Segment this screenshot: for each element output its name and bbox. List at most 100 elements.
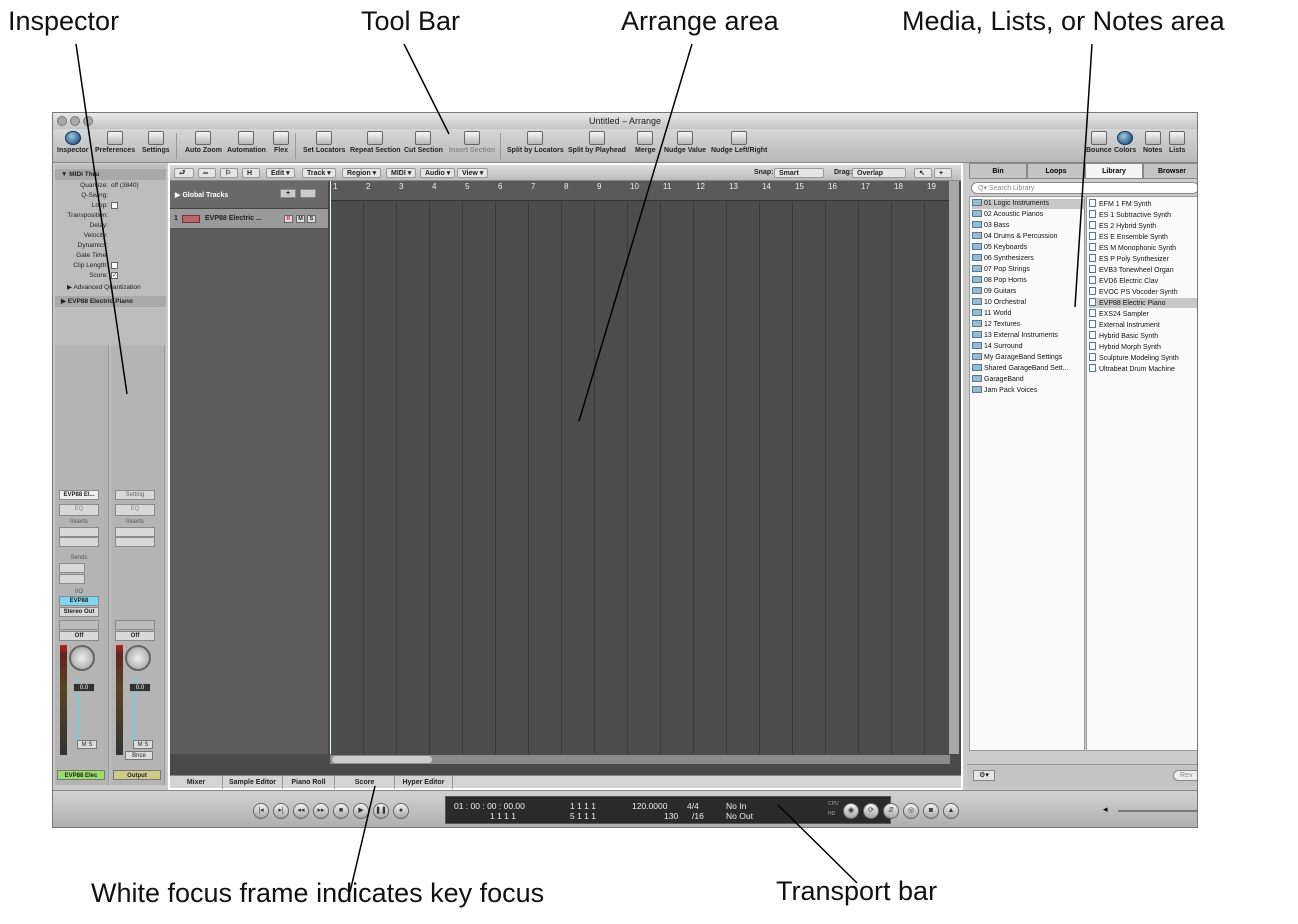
play-icon[interactable]: ▶ xyxy=(353,803,369,819)
list-item[interactable]: EVOC PS Vocoder Synth xyxy=(1089,287,1178,297)
param-q-swing[interactable]: Q-Swing: xyxy=(55,191,166,201)
close-window-button[interactable] xyxy=(57,116,67,126)
settings-toolbar-button[interactable]: Settings xyxy=(142,131,170,154)
replace-icon[interactable]: ◎ xyxy=(903,803,919,819)
tab-bin[interactable]: Bin xyxy=(969,163,1027,179)
list-item[interactable]: 01 Logic Instruments xyxy=(972,199,1084,209)
score-checkbox[interactable]: ✓ xyxy=(111,272,118,279)
eq-button[interactable]: EQ xyxy=(59,504,99,516)
menu-edit[interactable]: Edit ▾ xyxy=(266,168,295,178)
low-latency-icon[interactable]: ◉ xyxy=(843,803,859,819)
add-track-button[interactable]: + xyxy=(280,189,296,198)
go-to-start-icon[interactable]: |◂ xyxy=(253,803,269,819)
param-clip-length[interactable]: Clip Length: xyxy=(55,261,166,271)
menu-track[interactable]: Track ▾ xyxy=(302,168,336,178)
param-delay[interactable]: Delay: xyxy=(55,221,166,231)
list-item[interactable]: 06 Synthesizers xyxy=(972,254,1034,264)
mute-button[interactable]: M xyxy=(296,215,305,223)
list-item[interactable]: 03 Bass xyxy=(972,221,1009,231)
record-icon[interactable]: ● xyxy=(393,803,409,819)
list-item[interactable]: 04 Drums & Percussion xyxy=(972,232,1058,242)
go-to-position-icon[interactable]: ▸| xyxy=(273,803,289,819)
list-item[interactable]: External Instrument xyxy=(1089,320,1160,330)
loop-checkbox[interactable] xyxy=(111,202,118,209)
colors-button[interactable]: Colors xyxy=(1114,131,1136,154)
zoom-window-button[interactable] xyxy=(83,116,93,126)
group-slot[interactable] xyxy=(115,620,155,630)
automation-mode[interactable]: Off xyxy=(59,631,99,641)
bounce-button[interactable]: Bounce xyxy=(1086,131,1112,154)
snap-select[interactable]: Smart xyxy=(774,168,824,178)
nudge-left-right-button[interactable]: Nudge Left/Right xyxy=(711,131,767,154)
notes-button[interactable]: Notes xyxy=(1143,131,1162,154)
autopunch-icon[interactable]: ⇵ xyxy=(883,803,899,819)
list-item[interactable]: EFM 1 FM Synth xyxy=(1089,199,1152,209)
global-tracks[interactable]: ▶ Global Tracks + xyxy=(170,181,328,209)
tab-loops[interactable]: Loops xyxy=(1027,163,1085,179)
tab-browser[interactable]: Browser xyxy=(1143,163,1197,179)
nudge-value-button[interactable]: Nudge Value xyxy=(664,131,706,154)
automation-mode[interactable]: Off xyxy=(115,631,155,641)
list-item[interactable]: 02 Acoustic Pianos xyxy=(972,210,1043,220)
pan-knob[interactable] xyxy=(69,645,95,671)
list-item[interactable]: Hybrid Basic Synth xyxy=(1089,331,1158,341)
pointer-tool[interactable]: ↖ xyxy=(914,168,932,178)
list-item[interactable]: 07 Pop Strings xyxy=(972,265,1030,275)
param-gate-time[interactable]: Gate Time: xyxy=(55,251,166,261)
transport-display[interactable]: 01 : 00 : 00 : 00.00 1 1 1 1 1 1 1 1 5 1… xyxy=(445,796,891,824)
pencil-tool[interactable]: + xyxy=(934,168,952,178)
tab-mixer[interactable]: Mixer xyxy=(170,776,223,789)
link-button[interactable]: ∞ xyxy=(198,168,216,178)
list-item[interactable]: 05 Keyboards xyxy=(972,243,1027,253)
send-slot[interactable] xyxy=(59,563,85,573)
list-item[interactable]: 09 Guitars xyxy=(972,287,1016,297)
record-enable-button[interactable]: R xyxy=(284,215,293,223)
repeat-section-button[interactable]: Repeat Section xyxy=(350,131,401,154)
search-library-input[interactable]: Q▾ Search Library xyxy=(971,182,1197,194)
split-by-locators-button[interactable]: Split by Locators xyxy=(507,131,564,154)
master-volume-slider[interactable] xyxy=(1118,810,1197,812)
solo-icon[interactable]: ◙ xyxy=(923,803,939,819)
revert-button[interactable]: Rev xyxy=(1173,770,1197,781)
list-item[interactable]: 12 Textures xyxy=(972,320,1020,330)
bounce-strip-button[interactable]: Bnce xyxy=(125,751,153,760)
playhead[interactable] xyxy=(330,181,331,754)
mute-solo-buttons[interactable]: M S xyxy=(77,740,97,749)
arrange-grid[interactable] xyxy=(330,202,950,754)
eq-button[interactable]: EQ xyxy=(115,504,155,516)
list-item[interactable]: EVP88 Electric Piano xyxy=(1089,298,1197,308)
list-item[interactable]: 13 External Instruments xyxy=(972,331,1058,341)
back-button[interactable]: ⮐ xyxy=(174,168,194,178)
menu-audio[interactable]: Audio ▾ xyxy=(420,168,456,178)
list-item[interactable]: 11 World xyxy=(972,309,1011,319)
output-slot[interactable]: Stereo Out xyxy=(59,607,99,617)
hide-button[interactable]: H xyxy=(242,168,260,178)
list-item[interactable]: 14 Surround xyxy=(972,342,1023,352)
preferences-toolbar-button[interactable]: Preferences xyxy=(95,131,135,154)
insert-slot[interactable] xyxy=(115,527,155,537)
catch-button[interactable]: ⚐ xyxy=(220,168,238,178)
solo-button[interactable]: S xyxy=(307,215,316,223)
list-item[interactable]: ES 1 Subtractive Synth xyxy=(1089,210,1171,220)
drag-select[interactable]: Overlap xyxy=(852,168,906,178)
list-item[interactable]: 08 Pop Horns xyxy=(972,276,1027,286)
tab-library[interactable]: Library xyxy=(1085,163,1143,179)
list-item[interactable]: Jam Pack Voices xyxy=(972,386,1037,396)
horizontal-scrollbar[interactable] xyxy=(330,755,950,764)
param-loop[interactable]: Loop: xyxy=(55,201,166,211)
cycle-icon[interactable]: ⟳ xyxy=(863,803,879,819)
scroll-thumb[interactable] xyxy=(332,756,432,763)
tab-hyper-editor[interactable]: Hyper Editor xyxy=(395,776,453,789)
list-item[interactable]: ES P Poly Synthesizer xyxy=(1089,254,1169,264)
list-item[interactable]: Shared GarageBand Sett... xyxy=(972,364,1068,374)
cut-section-button[interactable]: Cut Section xyxy=(404,131,443,154)
list-item[interactable]: EVD6 Electric Clav xyxy=(1089,276,1158,286)
flex-button[interactable]: Flex xyxy=(273,131,289,154)
tab-piano-roll[interactable]: Piano Roll xyxy=(283,776,335,789)
inspector-toolbar-button[interactable]: Inspector xyxy=(57,131,89,154)
input-slot[interactable]: EVP88 xyxy=(59,596,99,606)
insert-slot[interactable] xyxy=(59,537,99,547)
list-item[interactable]: My GarageBand Settings xyxy=(972,353,1062,363)
param-velocity[interactable]: Velocity: xyxy=(55,231,166,241)
param-quantize[interactable]: Quantize: off (3840) xyxy=(55,181,166,191)
